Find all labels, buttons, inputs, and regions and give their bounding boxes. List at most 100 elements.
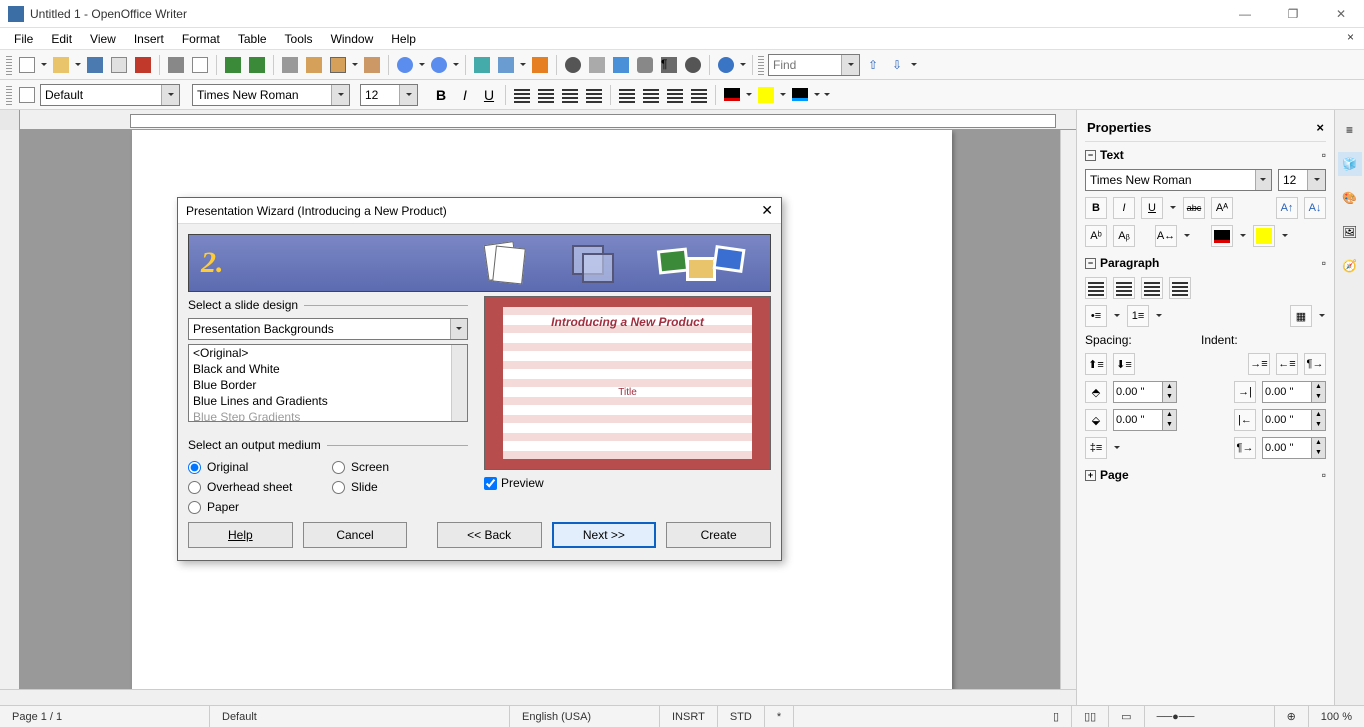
align-right-button[interactable] <box>559 84 581 106</box>
page-collapse-icon[interactable]: + <box>1085 470 1096 481</box>
find-replace-button[interactable] <box>562 54 584 76</box>
sidebar-tab-navigator-icon[interactable]: 🧭 <box>1338 254 1362 278</box>
design-category-combo[interactable] <box>188 318 468 340</box>
font-size-input[interactable] <box>361 86 399 104</box>
highlight-button[interactable] <box>755 84 777 106</box>
sidebar-shrink-font-button[interactable]: A↓ <box>1304 197 1326 219</box>
sidebar-tab-gallery-icon[interactable]: 🖼 <box>1338 220 1362 244</box>
datasources-button[interactable] <box>634 54 656 76</box>
open-dropdown[interactable] <box>74 61 82 69</box>
radio-screen[interactable]: Screen <box>332 460 468 474</box>
open-button[interactable] <box>50 54 72 76</box>
sidebar-bold-button[interactable]: B <box>1085 197 1107 219</box>
toolbar-grip[interactable] <box>6 55 12 75</box>
sidebar-numbers-dropdown[interactable] <box>1155 312 1163 320</box>
undo-button[interactable] <box>394 54 416 76</box>
menu-file[interactable]: File <box>6 30 41 48</box>
indent-left-spin[interactable]: ▲▼ <box>1262 381 1326 403</box>
sidebar-font-combo[interactable] <box>1085 169 1272 191</box>
page-section-more-icon[interactable]: ▫ <box>1322 468 1326 482</box>
design-listbox[interactable]: <Original> Black and White Blue Border B… <box>188 344 468 422</box>
font-size-combo[interactable] <box>360 84 418 106</box>
find-next-button[interactable]: ⇩ <box>886 54 908 76</box>
font-color-dropdown[interactable] <box>745 91 753 99</box>
sidebar-paracolor-button[interactable]: ▦ <box>1290 305 1312 327</box>
text-section-more-icon[interactable]: ▫ <box>1322 148 1326 162</box>
sidebar-align-left[interactable] <box>1085 277 1107 299</box>
font-name-input[interactable] <box>193 86 331 104</box>
sidebar-numbers-button[interactable]: 1≡ <box>1127 305 1149 327</box>
indent-dec-button[interactable] <box>664 84 686 106</box>
find-toolbar-grip[interactable] <box>758 55 764 75</box>
status-zoom[interactable]: 100 % <box>1309 706 1364 727</box>
sidebar-hanging[interactable]: ¶→ <box>1304 353 1326 375</box>
sidebar-align-center[interactable] <box>1113 277 1135 299</box>
find-prev-button[interactable]: ⇧ <box>862 54 884 76</box>
formatting-overflow[interactable] <box>823 91 831 99</box>
back-button[interactable]: << Back <box>437 522 542 548</box>
sidebar-close-icon[interactable]: × <box>1316 120 1324 135</box>
nonprinting-button[interactable]: ¶ <box>658 54 680 76</box>
sidebar-space-inc[interactable]: ⬆≡ <box>1085 353 1107 375</box>
find-combo[interactable] <box>768 54 860 76</box>
preview-checkbox[interactable]: Preview <box>484 470 771 490</box>
highlight-dropdown[interactable] <box>779 91 787 99</box>
bullet-list-button[interactable] <box>640 84 662 106</box>
sidebar-highlight-dropdown[interactable] <box>1281 232 1289 240</box>
gallery-button[interactable] <box>610 54 632 76</box>
sidebar-indent-inc[interactable]: →≡ <box>1248 353 1270 375</box>
align-left-button[interactable] <box>511 84 533 106</box>
first-line-spin[interactable]: ▲▼ <box>1262 437 1326 459</box>
menu-format[interactable]: Format <box>174 30 228 48</box>
horizontal-ruler[interactable] <box>0 110 1076 130</box>
sidebar-size-combo[interactable] <box>1278 169 1326 191</box>
text-collapse-icon[interactable]: − <box>1085 150 1096 161</box>
close-button[interactable]: ✕ <box>1326 7 1356 21</box>
sidebar-tab-properties-icon[interactable]: 🧊 <box>1338 152 1362 176</box>
table-dropdown[interactable] <box>519 61 527 69</box>
design-item-blueborder[interactable]: Blue Border <box>189 377 467 393</box>
close-document-button[interactable]: × <box>1347 30 1354 44</box>
bg-color-dropdown[interactable] <box>813 91 821 99</box>
new-doc-button[interactable] <box>16 54 38 76</box>
design-category-input[interactable] <box>189 320 450 338</box>
paste-button[interactable] <box>327 54 349 76</box>
horizontal-scrollbar[interactable] <box>0 689 1076 705</box>
para-style-input[interactable] <box>41 86 161 104</box>
status-zoom-reset[interactable]: ⊕ <box>1275 706 1309 727</box>
sidebar-sub-button[interactable]: Aᵦ <box>1113 225 1135 247</box>
sidebar-tab-styles-icon[interactable]: 🎨 <box>1338 186 1362 210</box>
radio-paper[interactable]: Paper <box>188 500 324 514</box>
next-button[interactable]: Next >> <box>552 522 657 548</box>
hyperlink-button[interactable] <box>471 54 493 76</box>
cut-button[interactable] <box>279 54 301 76</box>
align-center-button[interactable] <box>535 84 557 106</box>
zoom-button[interactable] <box>682 54 704 76</box>
pdf-export-button[interactable] <box>132 54 154 76</box>
para-style-combo[interactable] <box>40 84 180 106</box>
undo-dropdown[interactable] <box>418 61 426 69</box>
align-justify-button[interactable] <box>583 84 605 106</box>
sidebar-spacing-button[interactable]: A↔ <box>1155 225 1177 247</box>
menu-window[interactable]: Window <box>323 30 382 48</box>
vertical-ruler[interactable] <box>0 130 20 705</box>
sidebar-paracolor-dropdown[interactable] <box>1318 312 1326 320</box>
format-paintbrush-button[interactable] <box>361 54 383 76</box>
menu-view[interactable]: View <box>82 30 124 48</box>
vertical-scrollbar[interactable] <box>1060 130 1076 689</box>
space-below-spin[interactable]: ▲▼ <box>1113 409 1177 431</box>
sidebar-italic-button[interactable]: I <box>1113 197 1135 219</box>
status-selection[interactable]: STD <box>718 706 765 727</box>
sidebar-fontcolor-button[interactable] <box>1211 225 1233 247</box>
redo-button[interactable] <box>428 54 450 76</box>
menu-edit[interactable]: Edit <box>43 30 80 48</box>
toolbar-overflow[interactable] <box>739 61 747 69</box>
status-style[interactable]: Default <box>210 706 510 727</box>
cancel-button[interactable]: Cancel <box>303 522 408 548</box>
help-button-dialog[interactable]: Help <box>188 522 293 548</box>
status-view-multi-icon[interactable]: ▯▯ <box>1072 706 1109 727</box>
bg-color-button[interactable] <box>789 84 811 106</box>
menu-tools[interactable]: Tools <box>277 30 321 48</box>
table-button[interactable] <box>495 54 517 76</box>
design-item-bluelines[interactable]: Blue Lines and Gradients <box>189 393 467 409</box>
